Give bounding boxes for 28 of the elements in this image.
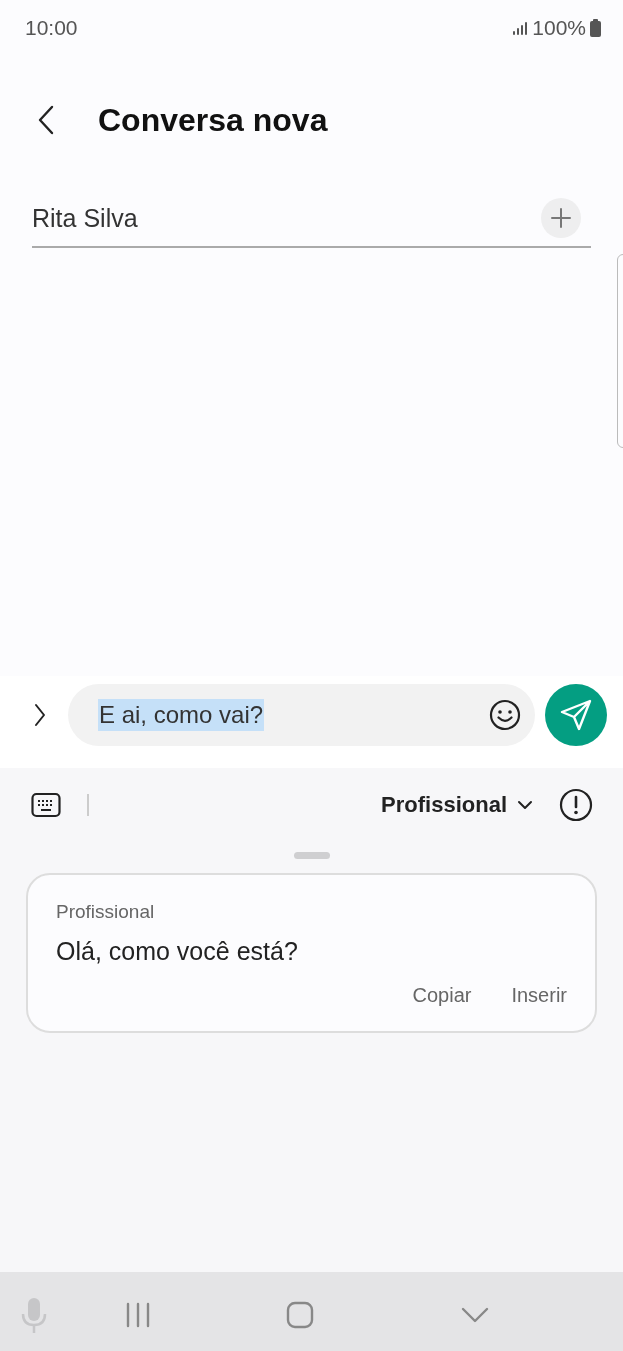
clock-time: 10:00 xyxy=(25,16,78,40)
drag-handle[interactable] xyxy=(293,852,330,859)
back-icon xyxy=(38,105,54,135)
add-recipient-button[interactable] xyxy=(541,198,581,238)
home-icon[interactable] xyxy=(286,1300,314,1329)
chevron-down-icon[interactable] xyxy=(461,1306,489,1323)
tone-dropdown[interactable]: Profissional xyxy=(381,792,533,818)
back-button[interactable] xyxy=(38,105,54,135)
expand-button[interactable] xyxy=(34,703,46,727)
battery-level: 100% xyxy=(532,16,586,40)
keyboard-button[interactable] xyxy=(31,792,61,818)
action-button[interactable]: Copiar xyxy=(412,984,472,1007)
emoji-icon[interactable] xyxy=(489,699,521,731)
suggestion-label: Profissional xyxy=(56,901,156,923)
screen-title: Conversa nova xyxy=(98,101,328,139)
recipient-field[interactable]: Rita Silva xyxy=(32,190,591,248)
signal-icon xyxy=(512,21,529,35)
recent-apps-icon[interactable] xyxy=(125,1301,151,1328)
action-button[interactable]: Inserir xyxy=(511,984,567,1007)
info-icon[interactable] xyxy=(559,788,593,822)
chevron-down-icon xyxy=(517,800,533,810)
battery-icon xyxy=(590,19,601,37)
keyboard-icon xyxy=(31,792,61,818)
message-field[interactable]: E ai, como vai? xyxy=(68,684,535,746)
paper-plane-icon xyxy=(559,698,593,732)
plus-icon xyxy=(551,208,571,228)
suggestion-text: Olá, como você está? xyxy=(56,937,299,966)
chevron-right-icon xyxy=(34,703,46,727)
